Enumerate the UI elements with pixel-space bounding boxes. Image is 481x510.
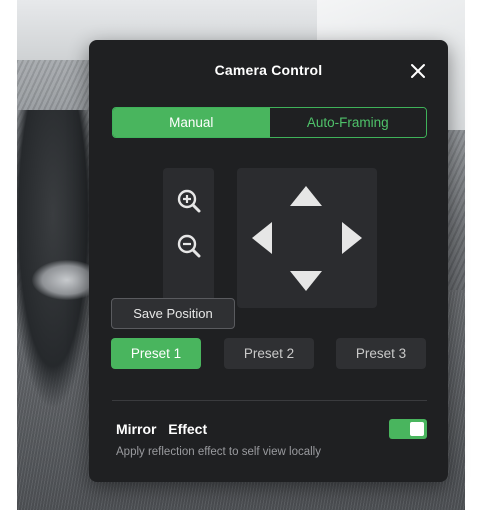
- zoom-in-button[interactable]: [174, 186, 204, 216]
- divider: [112, 400, 427, 401]
- zoom-in-icon: [177, 189, 201, 213]
- mirror-effect-description: Apply reflection effect to self view loc…: [116, 446, 321, 458]
- zoom-controls: [163, 168, 214, 307]
- tab-manual[interactable]: Manual: [113, 108, 270, 137]
- mirror-effect-label: Mirror Effect: [116, 421, 208, 437]
- tab-auto-framing[interactable]: Auto-Framing: [269, 108, 426, 137]
- zoom-out-button[interactable]: [174, 231, 204, 261]
- mirror-effect-toggle[interactable]: [389, 419, 427, 439]
- close-icon: [411, 64, 425, 78]
- arrow-left-icon[interactable]: [252, 222, 272, 254]
- panel-title: Camera Control: [214, 62, 323, 78]
- save-position-tooltip: Save Position: [111, 298, 235, 329]
- preset-2-button[interactable]: Preset 2: [224, 338, 314, 369]
- toggle-knob: [410, 422, 424, 436]
- preset-3-button[interactable]: Preset 3: [336, 338, 426, 369]
- arrow-down-icon[interactable]: [290, 271, 322, 291]
- arrow-right-icon[interactable]: [342, 222, 362, 254]
- close-button[interactable]: [407, 60, 429, 82]
- pan-tilt-pad: [237, 168, 377, 308]
- arrow-up-icon[interactable]: [290, 186, 322, 206]
- mode-switch: Manual Auto-Framing: [112, 107, 427, 138]
- camera-control-panel: Camera Control Manual Auto-Framing Save …: [89, 40, 448, 482]
- preset-1-button[interactable]: Preset 1: [111, 338, 201, 369]
- zoom-out-icon: [177, 234, 201, 258]
